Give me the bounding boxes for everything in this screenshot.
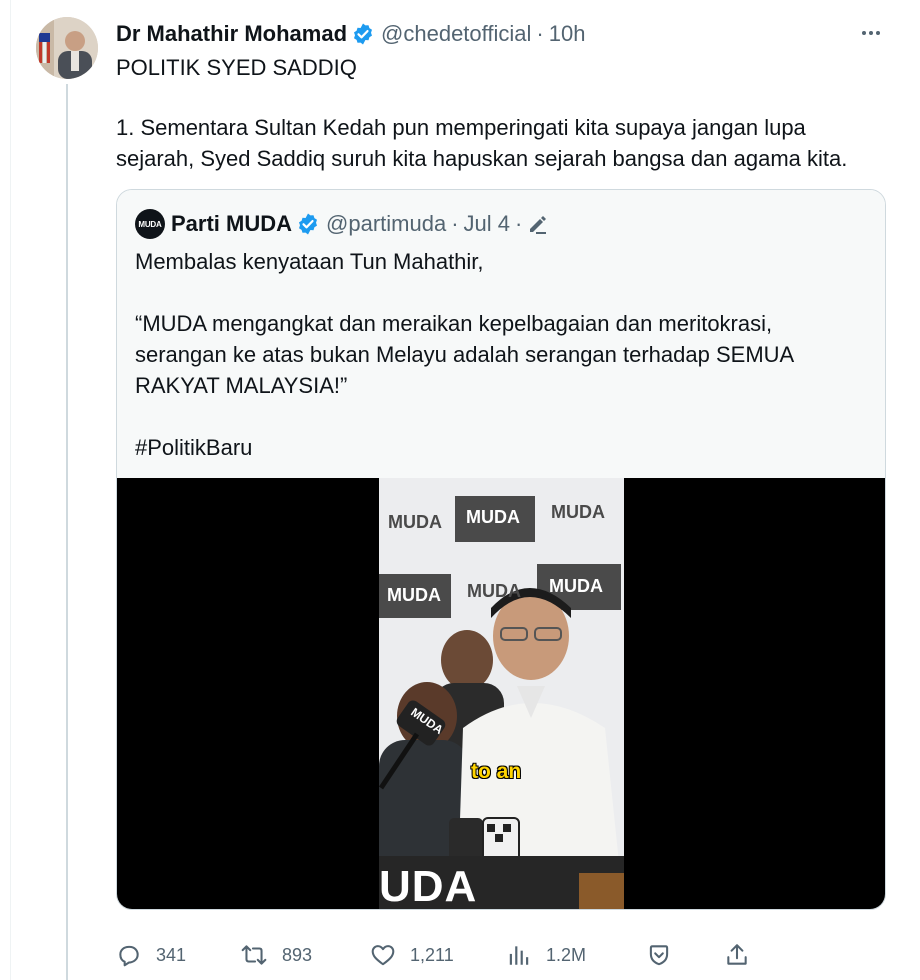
tweet-text: POLITIK SYED SADDIQ 1. Sementara Sultan … [116,52,886,174]
tweet-paragraph: 1. Sementara Sultan Kedah pun memperinga… [116,115,848,171]
reply-count: 341 [156,944,187,965]
backdrop-logo: MUDA [467,581,521,601]
more-options-button[interactable] [854,16,888,50]
quoted-tweet-date[interactable]: Jul 4 [464,211,510,237]
separator-dot: · [536,21,544,46]
thread-line [66,84,68,980]
repost-button[interactable]: 893 [240,935,312,975]
video-still [379,478,624,909]
reply-icon [119,945,139,967]
backdrop-logo: MUDA [466,507,520,527]
quoted-line: “MUDA mengangkat dan meraikan kepelbagai… [135,311,793,398]
tweet-title: POLITIK SYED SADDIQ [116,55,357,80]
video-caption: to an [471,760,522,783]
edit-icon [527,213,549,235]
views-button[interactable]: 1.2M [506,935,586,975]
quoted-tweet-card[interactable]: MUDA Parti MUDA @partimuda · Jul 4 · Mem… [116,189,886,910]
verified-badge-icon [351,22,375,46]
share-button[interactable] [724,935,750,975]
quoted-author-name[interactable]: Parti MUDA [171,211,292,237]
tweet-time[interactable]: 10h [549,21,586,47]
author-avatar[interactable] [36,17,98,79]
more-icon [862,31,880,35]
backdrop-logo: MUDA [549,576,603,596]
bookmark-button[interactable] [646,935,672,975]
like-icon [371,945,395,966]
bookmark-icon [649,945,669,966]
backdrop-logo: MUDA [388,512,442,532]
like-button[interactable]: 1,211 [370,935,454,975]
separator-dot: · [451,211,459,236]
quoted-hashtag[interactable]: #PolitikBaru [135,432,855,463]
share-icon [727,944,747,965]
repost-icon [241,945,267,965]
quoted-tweet-header: MUDA Parti MUDA @partimuda · Jul 4 · [135,208,549,240]
backdrop-logo: MUDA [551,502,605,522]
quoted-tweet-text: Membalas kenyataan Tun Mahathir, “MUDA m… [135,246,855,463]
reply-button[interactable]: 341 [116,935,186,975]
avatar-photo [36,17,98,79]
author-handle[interactable]: @chedetofficial [381,21,531,47]
quoted-video[interactable]: MUDA MUDA MUDA MUDA MUDA MUDA MUDA UDA t… [117,478,885,910]
quoted-author-avatar[interactable]: MUDA [135,209,165,239]
views-count: 1.2M [546,944,587,965]
tweet-action-bar: 341 893 1,211 1.2M [116,935,756,975]
timeline-border [10,0,11,980]
separator-dot: · [515,211,523,236]
quoted-author-handle[interactable]: @partimuda [326,211,446,237]
backdrop-logo: MUDA [387,585,441,605]
video-frame: MUDA MUDA MUDA MUDA MUDA MUDA MUDA UDA [379,478,624,910]
tweet-header: Dr Mahathir Mohamad @chedetofficial · 10… [116,18,585,50]
verified-badge-icon [296,212,320,236]
views-icon [509,946,529,965]
podium-logo: UDA [379,862,478,910]
repost-count: 893 [282,944,313,965]
author-name[interactable]: Dr Mahathir Mohamad [116,21,347,47]
tweet-page: Dr Mahathir Mohamad @chedetofficial · 10… [0,0,920,980]
quoted-line: Membalas kenyataan Tun Mahathir, [135,249,484,274]
like-count: 1,211 [410,944,454,965]
